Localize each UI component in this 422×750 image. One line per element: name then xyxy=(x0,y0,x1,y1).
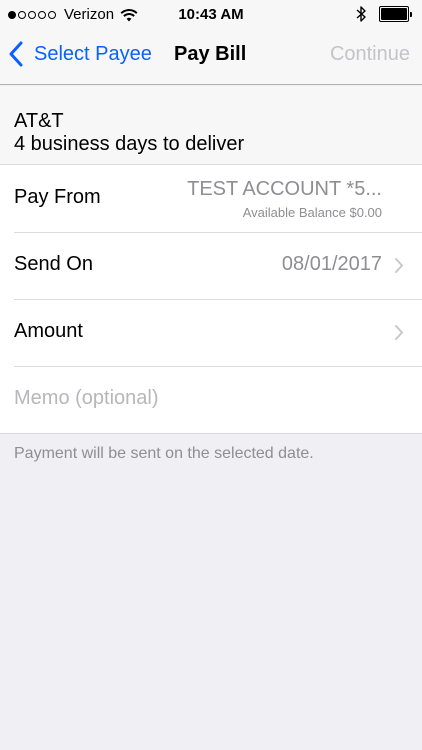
amount-label: Amount xyxy=(14,320,83,342)
chevron-right-icon xyxy=(395,258,403,273)
navigation-bar: Select Payee Pay Bill Continue xyxy=(0,30,422,85)
payment-form: Pay From TEST ACCOUNT *5... Available Ba… xyxy=(0,164,422,434)
back-button-label: Select Payee xyxy=(34,42,152,65)
continue-button[interactable]: Continue xyxy=(330,43,410,66)
memo-input[interactable]: Memo (optional) xyxy=(14,387,159,410)
battery-icon xyxy=(379,6,412,22)
send-on-label: Send On xyxy=(14,253,93,275)
payee-name: AT&T xyxy=(14,110,64,132)
pay-from-row[interactable]: Pay From TEST ACCOUNT *5... Available Ba… xyxy=(0,165,422,232)
status-right xyxy=(355,5,412,23)
payment-note: Payment will be sent on the selected dat… xyxy=(14,445,314,462)
chevron-right-icon xyxy=(395,325,403,340)
delivery-time: 4 business days to deliver xyxy=(14,133,245,155)
pay-from-label: Pay From xyxy=(14,186,101,208)
battery-tip xyxy=(410,11,412,17)
battery-level xyxy=(381,8,407,20)
payee-summary: AT&T 4 business days to deliver xyxy=(0,86,422,164)
battery-body xyxy=(379,6,409,22)
memo-row[interactable]: Memo (optional) xyxy=(0,366,422,433)
send-on-row[interactable]: Send On 08/01/2017 xyxy=(0,232,422,299)
page-title: Pay Bill xyxy=(174,43,247,65)
chevron-left-icon xyxy=(9,41,23,67)
amount-row[interactable]: Amount xyxy=(0,299,422,366)
available-balance: Available Balance $0.00 xyxy=(242,205,382,220)
back-button[interactable]: Select Payee xyxy=(8,40,152,68)
bluetooth-icon xyxy=(356,6,366,22)
pay-from-account: TEST ACCOUNT *5... xyxy=(187,178,382,200)
status-bar: Verizon 10:43 AM xyxy=(0,0,422,30)
send-on-date: 08/01/2017 xyxy=(281,253,382,275)
